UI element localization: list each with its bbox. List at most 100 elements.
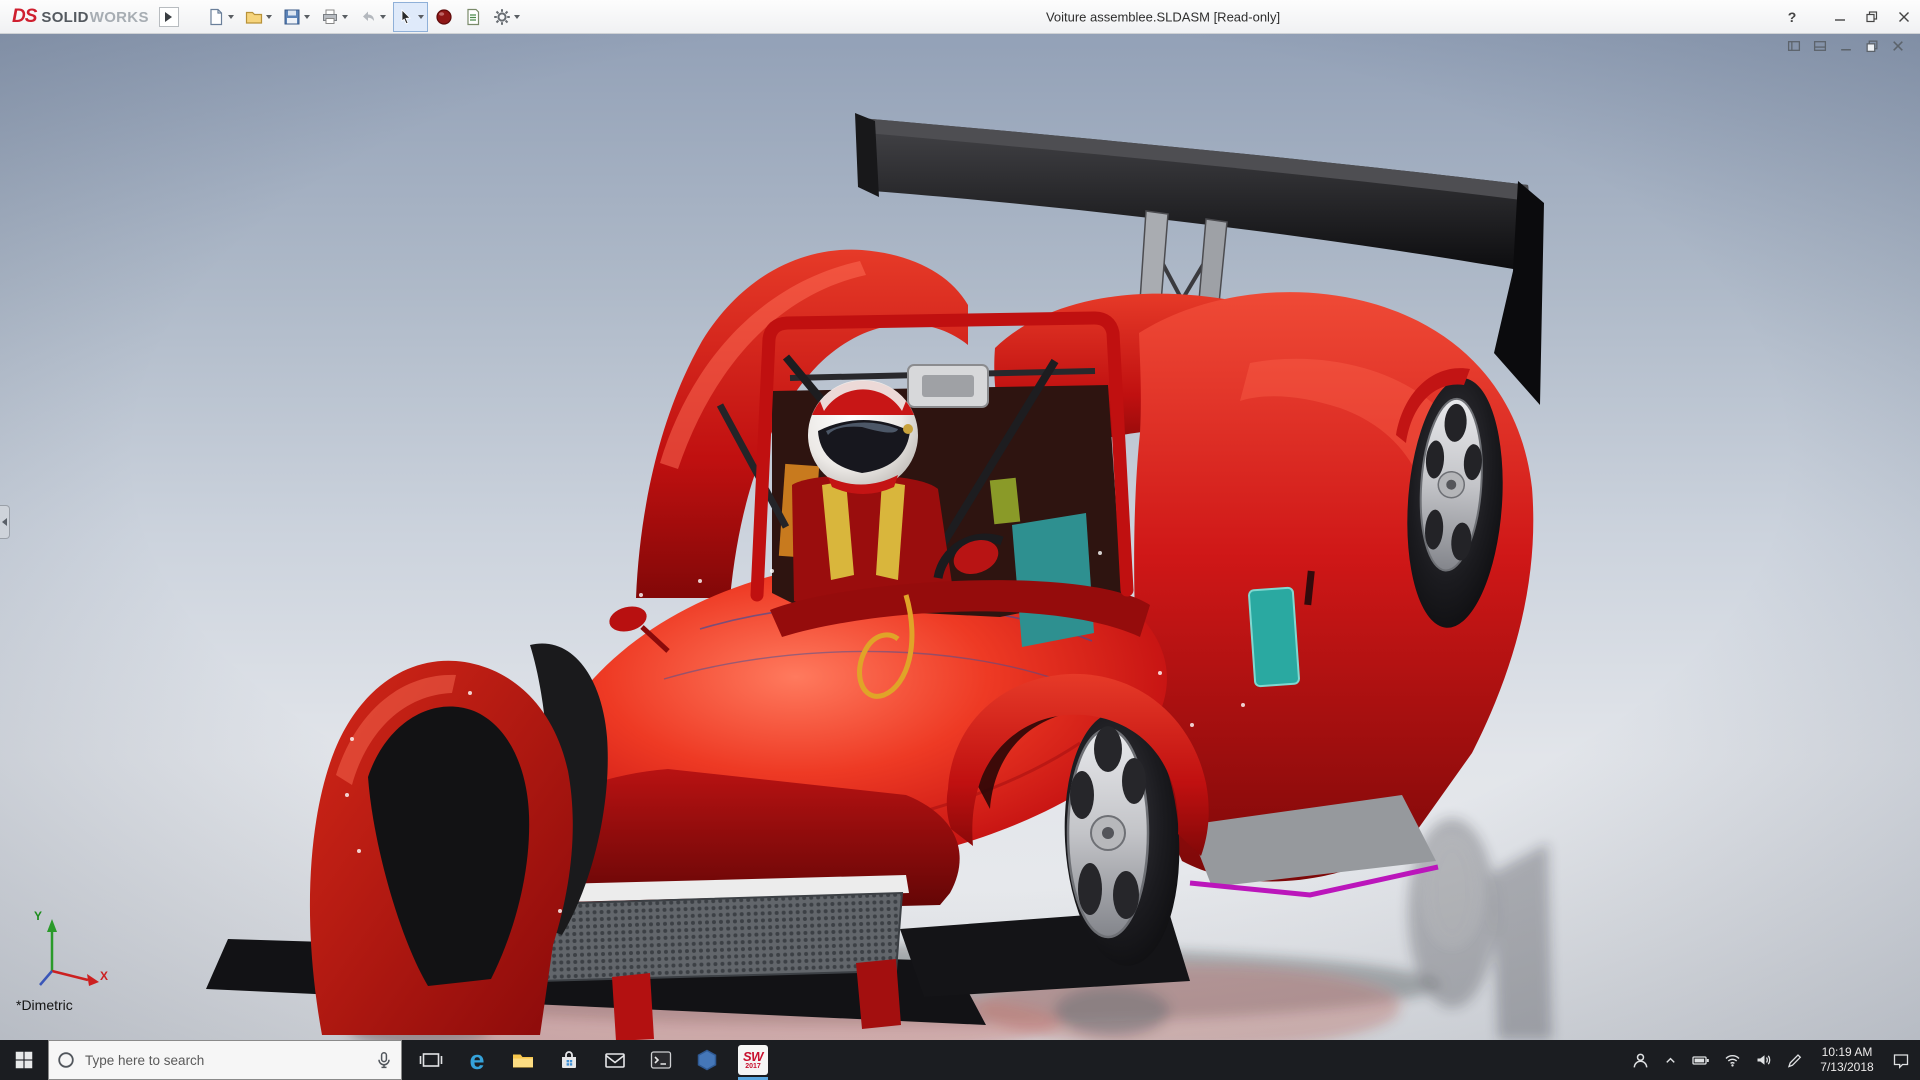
store-button[interactable] [546, 1040, 592, 1080]
pane-left-icon [1787, 41, 1801, 51]
open-button[interactable] [241, 2, 276, 32]
start-button[interactable] [0, 1040, 48, 1080]
command-prompt-icon [650, 1051, 672, 1069]
battery-button[interactable] [1692, 1052, 1710, 1068]
clock-date: 7/13/2018 [1820, 1060, 1874, 1074]
edge-button[interactable]: e [454, 1040, 500, 1080]
child-minimize-button[interactable] [1838, 38, 1854, 54]
new-document-icon [210, 8, 222, 25]
store-icon [562, 1051, 576, 1068]
action-center-button[interactable] [1892, 1052, 1910, 1069]
triad-y-label: Y [34, 909, 43, 923]
pane-left-button[interactable] [1786, 38, 1802, 54]
child-restore-button[interactable] [1864, 38, 1880, 54]
minimize-button[interactable] [1824, 0, 1856, 33]
brand-works: WORKS [89, 8, 149, 26]
edrawings-button[interactable] [684, 1040, 730, 1080]
teal-panel[interactable] [1248, 586, 1300, 688]
dropdown-caret [227, 14, 234, 19]
document-title: Voiture assemblee.SLDASM [Read-only] [1045, 9, 1281, 24]
pane-bottom-icon [1813, 41, 1827, 51]
pen-icon [1787, 1054, 1802, 1068]
people-icon [1633, 1053, 1648, 1068]
graphics-area[interactable]: Y X *Dimetric [0, 33, 1920, 1040]
child-restore-icon [1866, 40, 1878, 53]
titlebar: DS SOLID WORKS Voiture assemblee.SLDASM … [0, 0, 1920, 34]
print-button[interactable] [317, 2, 352, 32]
solidworks-app-button[interactable]: SW 2017 [730, 1040, 776, 1080]
select-tool-button[interactable] [392, 1, 428, 32]
close-button[interactable] [1888, 0, 1920, 33]
taskbar-apps: e SW 2017 [408, 1040, 776, 1080]
feature-tree-collapse-tab[interactable] [0, 505, 10, 539]
print-icon [322, 9, 337, 24]
battery-icon [1692, 1056, 1709, 1065]
speaker-icon [1757, 1055, 1771, 1065]
collapse-arrow-icon [2, 518, 7, 526]
help-button[interactable]: ? [1774, 0, 1810, 33]
child-close-icon [1893, 41, 1903, 51]
clock-time: 10:19 AM [1821, 1045, 1873, 1059]
file-explorer-button[interactable] [500, 1040, 546, 1080]
open-folder-icon [245, 11, 262, 24]
child-window-controls [1786, 38, 1906, 54]
task-view-icon [419, 1053, 443, 1067]
mail-button[interactable] [592, 1040, 638, 1080]
volume-button[interactable] [1755, 1052, 1772, 1068]
people-button[interactable] [1632, 1052, 1649, 1069]
save-button[interactable] [279, 2, 314, 32]
dropdown-caret [265, 14, 272, 19]
undo-button[interactable] [355, 2, 390, 32]
expand-arrow-icon [165, 11, 173, 22]
restore-icon [1866, 10, 1878, 22]
action-center-icon [1893, 1053, 1909, 1069]
search-input[interactable] [83, 1051, 367, 1069]
microphone-icon[interactable] [375, 1051, 393, 1069]
rebuild-button[interactable] [431, 2, 457, 32]
dropdown-caret [303, 14, 310, 19]
edge-icon: e [469, 1044, 485, 1075]
select-cursor-icon [401, 8, 411, 24]
windows-logo-icon [15, 1051, 33, 1069]
solidworks-logo: DS SOLID WORKS [0, 6, 149, 28]
view-orientation-label: *Dimetric [16, 997, 73, 1013]
restore-button[interactable] [1856, 0, 1888, 33]
show-hidden-icons-button[interactable] [1663, 1053, 1678, 1068]
minimize-icon [1835, 18, 1845, 21]
task-view-button[interactable] [408, 1040, 454, 1080]
ds-logo: DS [12, 5, 37, 27]
cortana-icon [58, 1052, 74, 1068]
mail-icon [605, 1053, 625, 1068]
wifi-icon [1725, 1055, 1740, 1067]
brand-solid: SOLID [41, 8, 89, 26]
triad-x-label: X [100, 969, 109, 983]
rebuild-icon [436, 8, 452, 25]
windows-taskbar: e [0, 1040, 1920, 1080]
child-close-button[interactable] [1890, 38, 1906, 54]
dropdown-caret [341, 14, 348, 19]
options-button[interactable] [489, 2, 524, 32]
hexagon-app-icon [697, 1049, 717, 1071]
pane-bottom-button[interactable] [1812, 38, 1828, 54]
file-properties-button[interactable] [460, 2, 486, 32]
pen-settings-button[interactable] [1786, 1052, 1802, 1068]
chevron-up-icon [1666, 1057, 1675, 1063]
quick-access-toolbar [203, 1, 524, 32]
dropdown-caret [379, 14, 386, 19]
command-prompt-button[interactable] [638, 1040, 684, 1080]
window-controls: ? [1774, 0, 1920, 33]
viewport-canvas[interactable] [0, 33, 1920, 1040]
menu-expand-button[interactable] [158, 6, 179, 27]
undo-icon [362, 11, 374, 21]
gear-icon [493, 8, 510, 25]
file-explorer-icon [513, 1054, 533, 1068]
dropdown-caret [417, 14, 424, 19]
system-tray: 10:19 AM 7/13/2018 [1632, 1040, 1920, 1080]
network-button[interactable] [1724, 1052, 1741, 1068]
new-document-button[interactable] [203, 2, 238, 32]
taskbar-clock[interactable]: 10:19 AM 7/13/2018 [1816, 1045, 1878, 1075]
file-properties-icon [467, 8, 479, 25]
child-minimize-icon [1841, 49, 1851, 51]
solidworks-app-icon: SW 2017 [738, 1045, 768, 1075]
taskbar-search-box[interactable] [48, 1040, 402, 1080]
